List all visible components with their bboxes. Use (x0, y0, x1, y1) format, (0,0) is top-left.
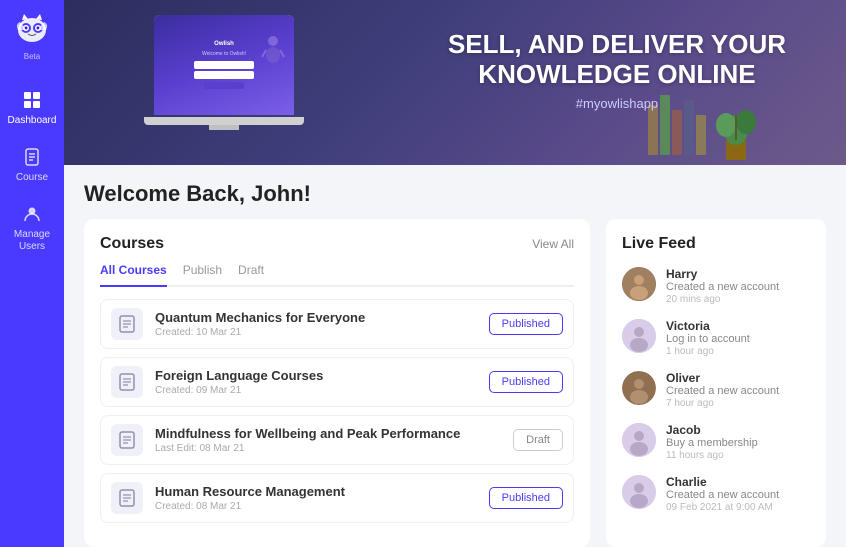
feed-name: Jacob (666, 423, 810, 437)
laptop-illustration: Owlish Welcome to Owlish! (144, 10, 304, 140)
avatar (622, 267, 656, 301)
course-meta: Created: 10 Mar 21 (155, 327, 477, 338)
feed-name: Harry (666, 267, 810, 281)
courses-header: Courses View All (100, 235, 574, 253)
tab-all-courses[interactable]: All Courses (100, 263, 167, 287)
live-feed-title: Live Feed (622, 235, 810, 253)
tab-publish[interactable]: Publish (183, 263, 222, 287)
course-status-badge[interactable]: Published (489, 371, 563, 393)
sidebar-item-dashboard[interactable]: Dashboard (0, 79, 64, 136)
course-meta: Created: 09 Mar 21 (155, 385, 477, 396)
feed-info: Jacob Buy a membership 11 hours ago (666, 423, 810, 461)
feed-action: Created a new account (666, 385, 810, 397)
welcome-title: Welcome Back, John! (84, 181, 826, 207)
logo (12, 12, 52, 48)
feed-time: 7 hour ago (666, 398, 810, 409)
sidebar-item-course[interactable]: Course (0, 136, 64, 193)
courses-panel: Courses View All All Courses Publish Dra… (84, 219, 590, 547)
feed-name: Oliver (666, 371, 810, 385)
course-info: Mindfulness for Wellbeing and Peak Perfo… (155, 426, 501, 454)
feed-time: 1 hour ago (666, 346, 810, 357)
screen-title: Owlish (194, 41, 254, 47)
grid-icon (21, 89, 43, 111)
feed-action: Created a new account (666, 281, 810, 293)
course-meta: Last Edit: 08 Mar 21 (155, 443, 501, 454)
course-list: Quantum Mechanics for Everyone Created: … (100, 299, 574, 523)
course-info: Quantum Mechanics for Everyone Created: … (155, 310, 477, 338)
course-status-badge[interactable]: Published (489, 487, 563, 509)
course-status-badge[interactable]: Published (489, 313, 563, 335)
course-info: Human Resource Management Created: 08 Ma… (155, 484, 477, 512)
avatar (622, 371, 656, 405)
live-feed-panel: Live Feed Harry Cre (606, 219, 826, 547)
list-item: Victoria Log in to account 1 hour ago (622, 319, 810, 357)
sidebar-item-manage-users[interactable]: Manage Users (0, 193, 64, 263)
feed-action: Buy a membership (666, 437, 810, 449)
hero-text: SELL, AND DELIVER YOUR KNOWLEDGE ONLINE … (448, 30, 786, 111)
course-name: Foreign Language Courses (155, 368, 477, 383)
hero-banner: Owlish Welcome to Owlish! (64, 0, 846, 165)
person-icon (21, 203, 43, 225)
sidebar-item-label: Manage Users (0, 229, 64, 253)
feed-name: Charlie (666, 475, 810, 489)
view-all-link[interactable]: View All (532, 237, 574, 251)
avatar (622, 423, 656, 457)
feed-info: Victoria Log in to account 1 hour ago (666, 319, 810, 357)
content-area: Welcome Back, John! Courses View All All… (64, 165, 846, 547)
hero-headline: SELL, AND DELIVER YOUR KNOWLEDGE ONLINE (448, 30, 786, 90)
tab-draft[interactable]: Draft (238, 263, 264, 287)
list-item: Charlie Created a new account 09 Feb 202… (622, 475, 810, 513)
avatar (622, 475, 656, 509)
course-icon (111, 366, 143, 398)
sidebar-item-label: Course (16, 172, 48, 183)
course-icon (111, 424, 143, 456)
feed-info: Harry Created a new account 20 mins ago (666, 267, 810, 305)
course-icon (111, 308, 143, 340)
document-icon (21, 146, 43, 168)
feed-action: Created a new account (666, 489, 810, 501)
courses-title: Courses (100, 235, 164, 253)
feed-action: Log in to account (666, 333, 810, 345)
feed-list: Harry Created a new account 20 mins ago (622, 267, 810, 513)
beta-label: Beta (24, 52, 40, 61)
feed-info: Charlie Created a new account 09 Feb 202… (666, 475, 810, 513)
hero-hashtag: #myowlishapp (448, 96, 786, 111)
course-name: Human Resource Management (155, 484, 477, 499)
main-content: Owlish Welcome to Owlish! (64, 0, 846, 547)
feed-time: 09 Feb 2021 at 9:00 AM (666, 502, 810, 513)
course-info: Foreign Language Courses Created: 09 Mar… (155, 368, 477, 396)
sidebar-item-label: Dashboard (8, 115, 57, 126)
table-row: Mindfulness for Wellbeing and Peak Perfo… (100, 415, 574, 465)
table-row: Foreign Language Courses Created: 09 Mar… (100, 357, 574, 407)
split-layout: Courses View All All Courses Publish Dra… (84, 219, 826, 547)
course-name: Quantum Mechanics for Everyone (155, 310, 477, 325)
table-row: Quantum Mechanics for Everyone Created: … (100, 299, 574, 349)
course-meta: Created: 08 Mar 21 (155, 501, 477, 512)
list-item: Jacob Buy a membership 11 hours ago (622, 423, 810, 461)
list-item: Harry Created a new account 20 mins ago (622, 267, 810, 305)
list-item: Oliver Created a new account 7 hour ago (622, 371, 810, 409)
feed-name: Victoria (666, 319, 810, 333)
avatar (622, 319, 656, 353)
course-status-badge[interactable]: Draft (513, 429, 563, 451)
feed-time: 11 hours ago (666, 450, 810, 461)
table-row: Human Resource Management Created: 08 Ma… (100, 473, 574, 523)
sidebar: Beta Dashboard Course (0, 0, 64, 547)
course-icon (111, 482, 143, 514)
feed-info: Oliver Created a new account 7 hour ago (666, 371, 810, 409)
course-name: Mindfulness for Wellbeing and Peak Perfo… (155, 426, 501, 441)
courses-tabs: All Courses Publish Draft (100, 263, 574, 287)
feed-time: 20 mins ago (666, 294, 810, 305)
